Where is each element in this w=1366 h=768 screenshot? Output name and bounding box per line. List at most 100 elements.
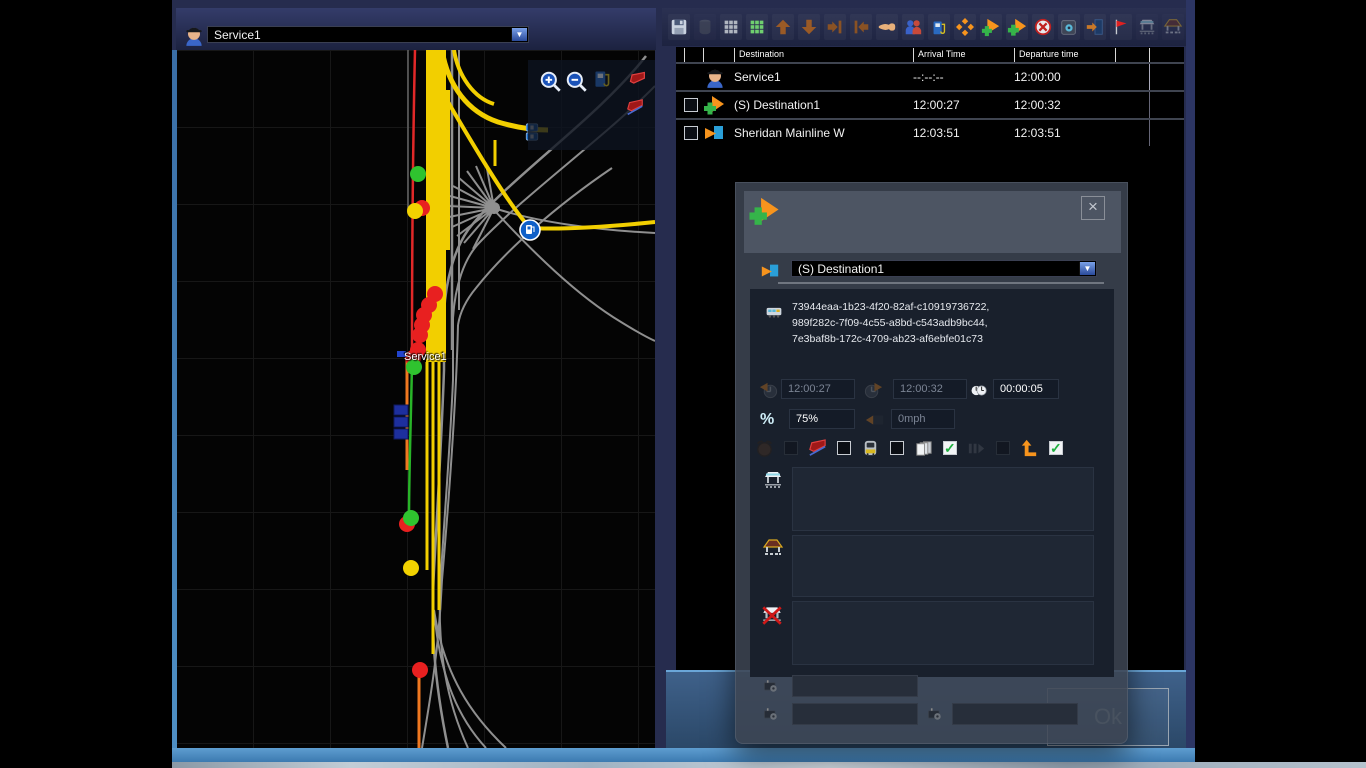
col-departure: Departure time: [1014, 48, 1115, 62]
documents-checkbox[interactable]: [943, 441, 957, 455]
passengers-button[interactable]: [902, 14, 924, 40]
service-dropdown[interactable]: Service1 ▼: [207, 26, 529, 43]
select-button[interactable]: [876, 14, 898, 40]
cell-destination: (S) Destination1: [734, 98, 913, 112]
speed-limit-field[interactable]: 0mph: [891, 409, 955, 429]
flag-icon: [1111, 17, 1131, 37]
no-stop-list-box[interactable]: [792, 601, 1094, 665]
speed-limit-icon: [864, 410, 886, 430]
grid-green-button[interactable]: [746, 14, 768, 40]
train-front-checkbox[interactable]: [890, 441, 904, 455]
destination-icon: [703, 122, 725, 144]
add-instruction-icon: [1007, 17, 1027, 37]
portal-icon: [1085, 17, 1105, 37]
destination-dropdown[interactable]: (S) Destination1 ▼: [791, 260, 1097, 277]
consist-marker-icon[interactable]: [624, 70, 650, 88]
cell-destination: Service1: [734, 70, 913, 84]
cell-departure: 12:00:00: [1014, 70, 1115, 84]
service-dropdown-value: Service1: [214, 28, 261, 42]
col-extra2: [1149, 48, 1184, 62]
window-border-bottom: [172, 748, 1195, 762]
driver-icon: [703, 65, 727, 89]
table-row[interactable]: (S) Destination1 12:00:27 12:00:32: [676, 90, 1184, 118]
arrival-time-icon: [758, 380, 779, 401]
train-front-icon: [860, 438, 881, 459]
table-row[interactable]: Service1 --:--:-- 12:00:00: [676, 62, 1184, 90]
consist-marker-edit-icon[interactable]: [622, 98, 648, 118]
fuel-point-icon[interactable]: [519, 219, 541, 241]
platform-icon: [1137, 17, 1157, 37]
settings-field-2[interactable]: [792, 703, 918, 725]
settings-field-3[interactable]: [952, 703, 1078, 725]
remove-button[interactable]: [1032, 14, 1054, 40]
properties-icon: [1059, 17, 1079, 37]
consist-marker-edit-checkbox[interactable]: [837, 441, 851, 455]
shift-right-button[interactable]: [824, 14, 846, 40]
fuel-button[interactable]: [928, 14, 950, 40]
portal-button[interactable]: [1084, 14, 1106, 40]
instruction-options-row: [754, 435, 1110, 461]
shelter-icon: [762, 537, 784, 559]
window-border-left: [172, 50, 177, 748]
map-titlebar: Service1 ▼: [176, 8, 656, 50]
shift-left-button[interactable]: [850, 14, 872, 40]
route-map[interactable]: Service1: [176, 50, 655, 748]
select-icon: [877, 17, 897, 37]
shelter-button[interactable]: [1162, 14, 1184, 40]
passengers-icon: [903, 17, 923, 37]
flag-button[interactable]: [1110, 14, 1132, 40]
add-instruction-button[interactable]: [1006, 14, 1028, 40]
consist-guid-list[interactable]: 73944eaa-1b23-4f20-82af-c10919736722, 98…: [792, 295, 1092, 375]
turnaround-icon: [1019, 438, 1040, 459]
turnaround-checkbox[interactable]: [1049, 441, 1063, 455]
chevron-down-icon[interactable]: ▼: [1079, 262, 1095, 275]
properties-button[interactable]: [1058, 14, 1080, 40]
train-label: Service1: [404, 351, 447, 363]
screen: Service1 ▼: [0, 0, 1366, 768]
shift-left-icon: [851, 17, 871, 37]
duration-field[interactable]: 00:00:05: [993, 379, 1059, 399]
add-driver-button[interactable]: [980, 14, 1002, 40]
destination-table: Destination Arrival Time Departure time …: [676, 48, 1184, 146]
bin-button[interactable]: [694, 14, 716, 40]
performance-field[interactable]: 75%: [789, 409, 855, 429]
save-button[interactable]: [668, 14, 690, 40]
close-icon[interactable]: ×: [1081, 196, 1105, 220]
settings-field-1[interactable]: [792, 675, 918, 697]
alarm-icon: [754, 438, 775, 459]
zoom-out-icon[interactable]: [565, 70, 589, 94]
departure-time-icon: [863, 380, 884, 401]
lower-button[interactable]: [798, 14, 820, 40]
col-checkbox: [684, 48, 703, 62]
track-schematic: [176, 50, 655, 748]
grid-button[interactable]: [720, 14, 742, 40]
platform-list-box[interactable]: [792, 467, 1094, 531]
remove-icon: [1033, 17, 1053, 37]
platform-button[interactable]: [1136, 14, 1158, 40]
raise-button[interactable]: [772, 14, 794, 40]
scatter-button[interactable]: [954, 14, 976, 40]
cell-arrival: 12:00:27: [913, 98, 1014, 112]
grid-icon: [721, 17, 741, 37]
shelter-icon: [1163, 17, 1183, 37]
fuel-filter-icon[interactable]: [590, 66, 614, 90]
platform-icon: [762, 469, 784, 491]
skip-icon: [966, 438, 987, 459]
grid-green-icon: [747, 17, 767, 37]
divider: [778, 282, 1104, 284]
shelter-list-box[interactable]: [792, 535, 1094, 597]
zoom-in-icon[interactable]: [539, 70, 563, 94]
bin-icon: [695, 17, 715, 37]
add-driver-icon: [981, 17, 1001, 37]
row-checkbox[interactable]: [684, 126, 698, 140]
cell-destination: Sheridan Mainline W: [734, 126, 913, 140]
chevron-down-icon[interactable]: ▼: [511, 28, 527, 41]
driver-icon: [182, 23, 206, 47]
instruction-settings-icon: [762, 705, 780, 723]
arrival-time-field[interactable]: 12:00:27: [781, 379, 855, 399]
bottom-strip: [172, 762, 1366, 768]
consist-icon: [762, 303, 786, 321]
table-row[interactable]: Sheridan Mainline W 12:03:51 12:03:51: [676, 118, 1184, 146]
departure-time-field[interactable]: 12:00:32: [893, 379, 967, 399]
row-checkbox[interactable]: [684, 98, 698, 112]
